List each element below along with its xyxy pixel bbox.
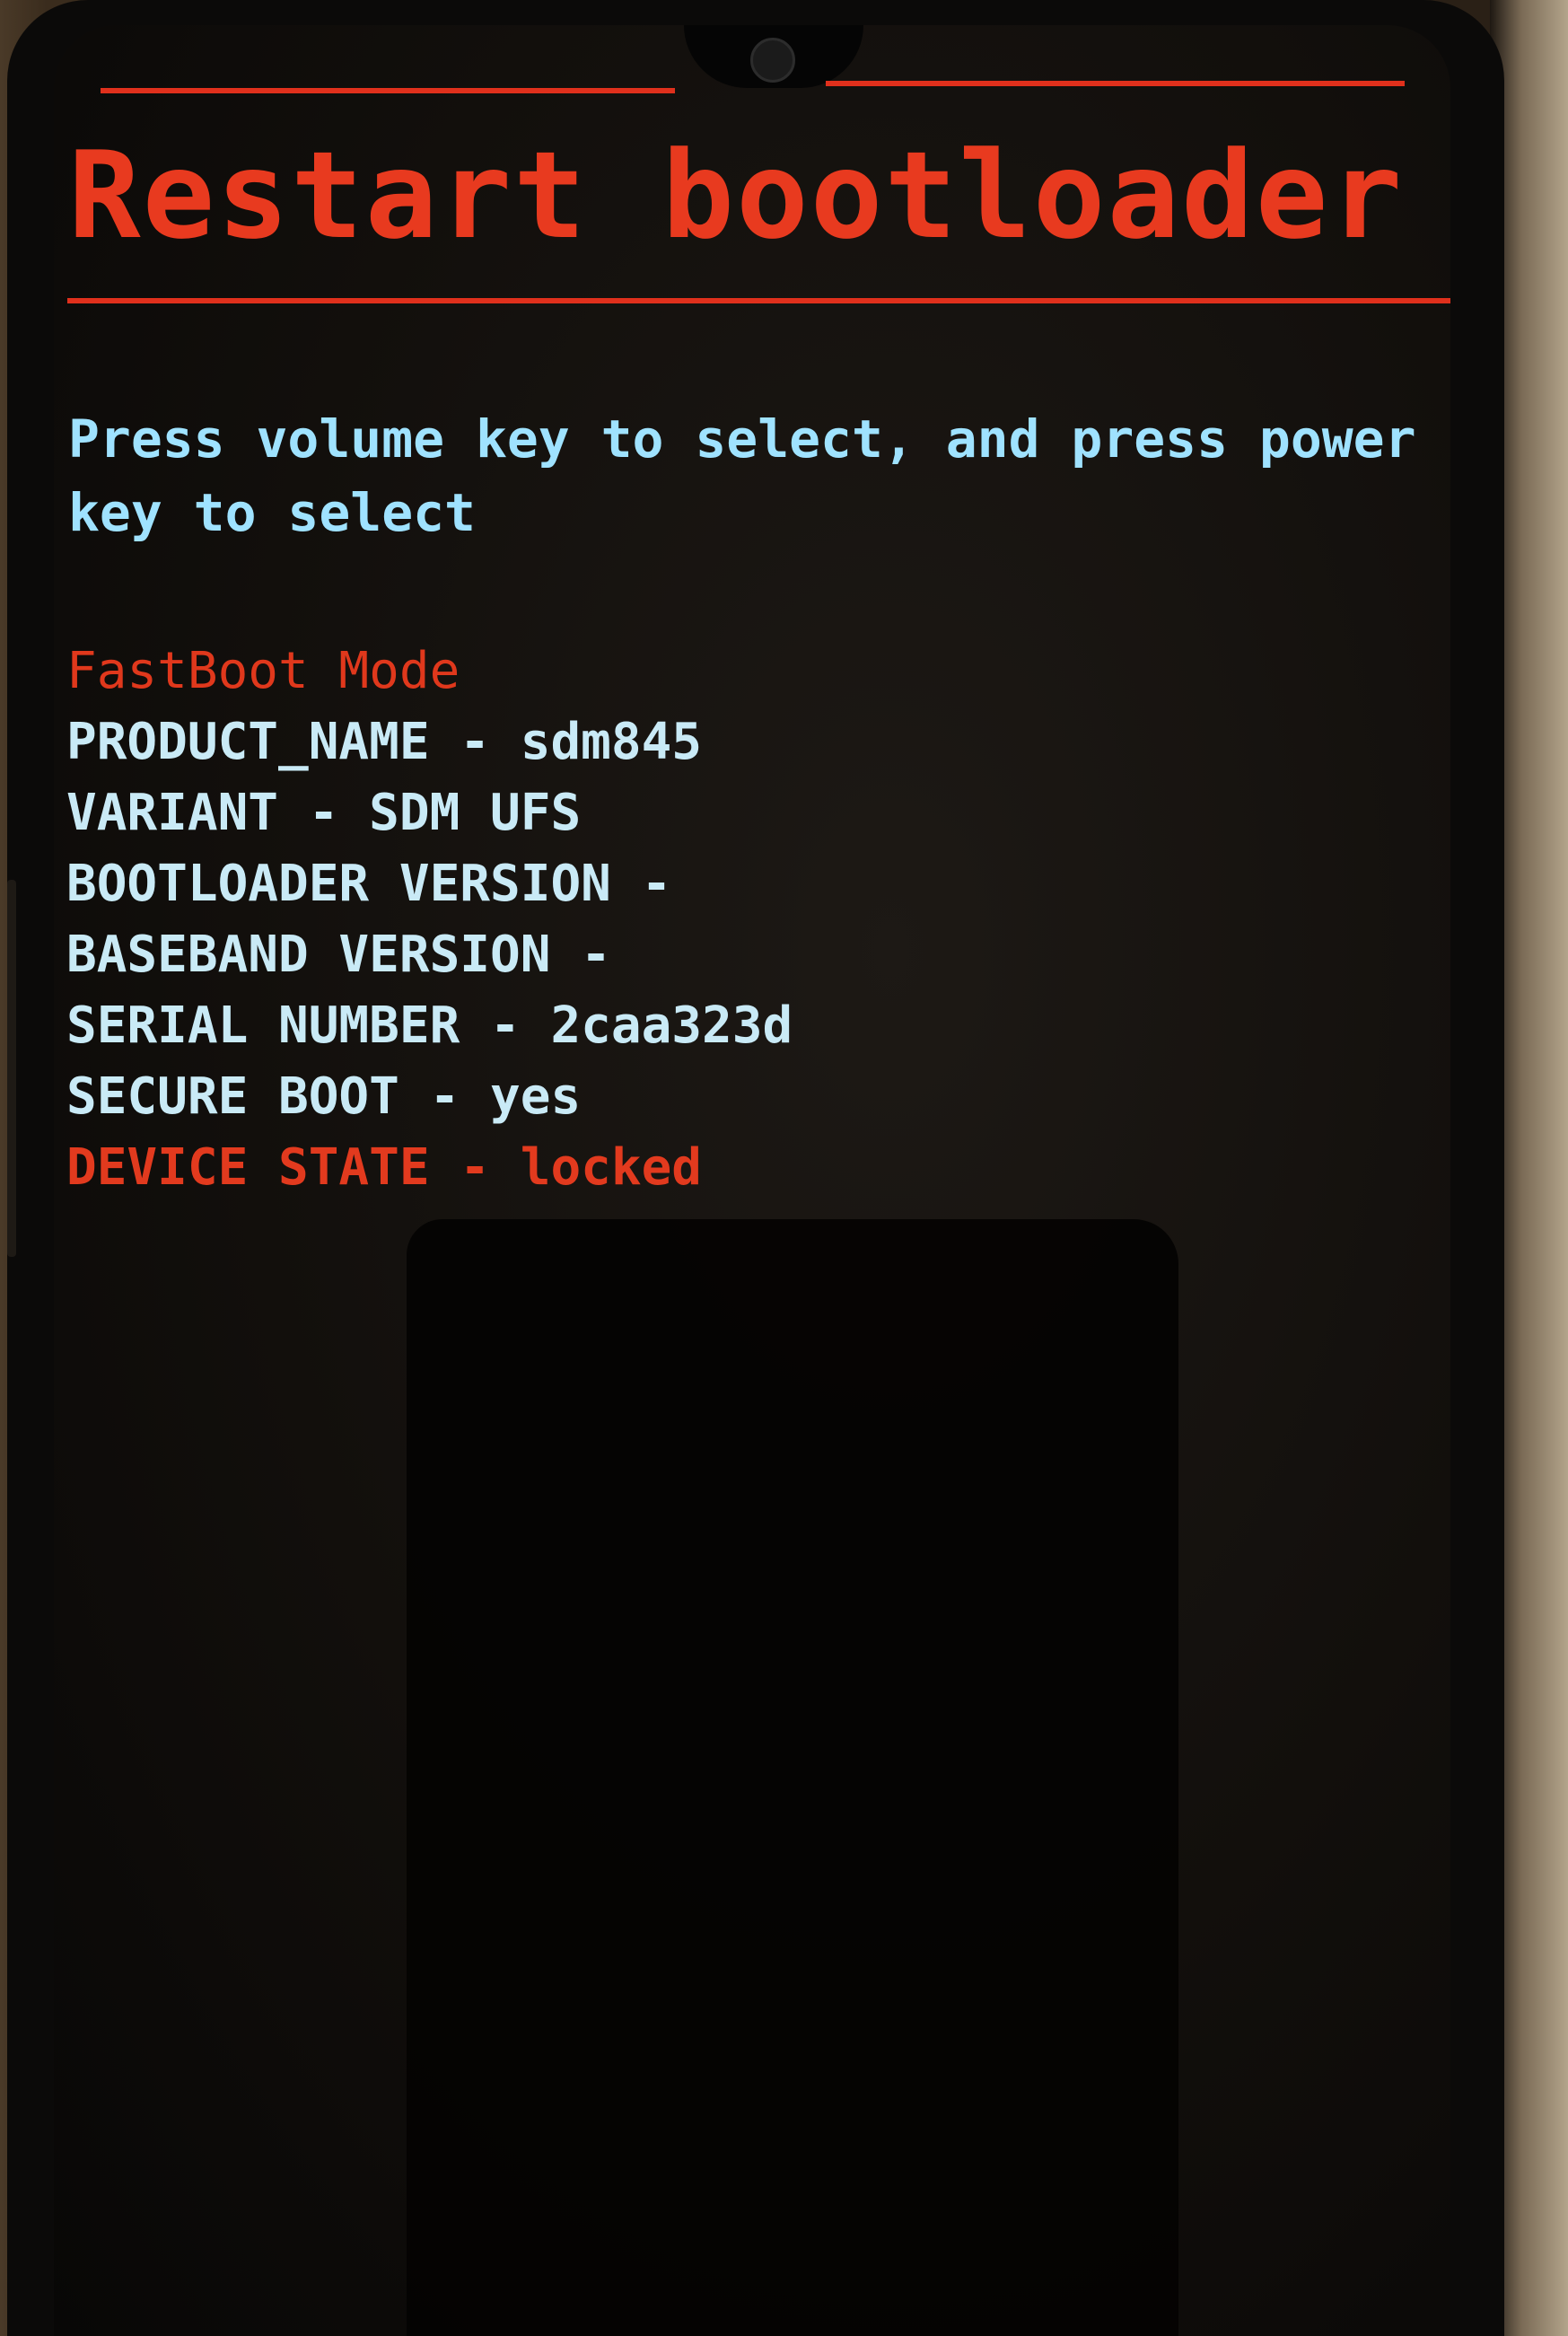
fastboot-mode-label: FastBoot Mode: [66, 642, 460, 700]
product-name-value: PRODUCT_NAME - sdm845: [66, 713, 703, 771]
instructions-text: Press volume key to select, and press po…: [68, 408, 1416, 543]
device-info-list: FastBoot Mode PRODUCT_NAME - sdm845 VARI…: [66, 636, 793, 1203]
volume-button[interactable]: [7, 880, 16, 1257]
title-rule-bottom: [67, 298, 1450, 303]
phone-body: Restart bootloader Press volume key to s…: [7, 0, 1504, 2336]
baseband-version-value: BASEBAND VERSION -: [66, 926, 611, 984]
secure-boot-value: SECURE BOOT - yes: [66, 1067, 582, 1126]
title-rule-top-left: [101, 88, 675, 93]
bootloader-version-value: BOOTLOADER VERSION -: [66, 855, 672, 913]
selected-menu-option[interactable]: Restart bootloader: [68, 128, 1404, 263]
variant-value: VARIANT - SDM UFS: [66, 784, 582, 842]
serial-number-value: SERIAL NUMBER - 2caa323d: [66, 997, 793, 1055]
device-state-value: DEVICE STATE - locked: [66, 1138, 703, 1197]
title-rule-top-right: [826, 81, 1405, 86]
phone-screen: Restart bootloader Press volume key to s…: [54, 25, 1450, 2336]
screen-reflection: [407, 1219, 1178, 2336]
front-camera-icon: [750, 38, 795, 83]
